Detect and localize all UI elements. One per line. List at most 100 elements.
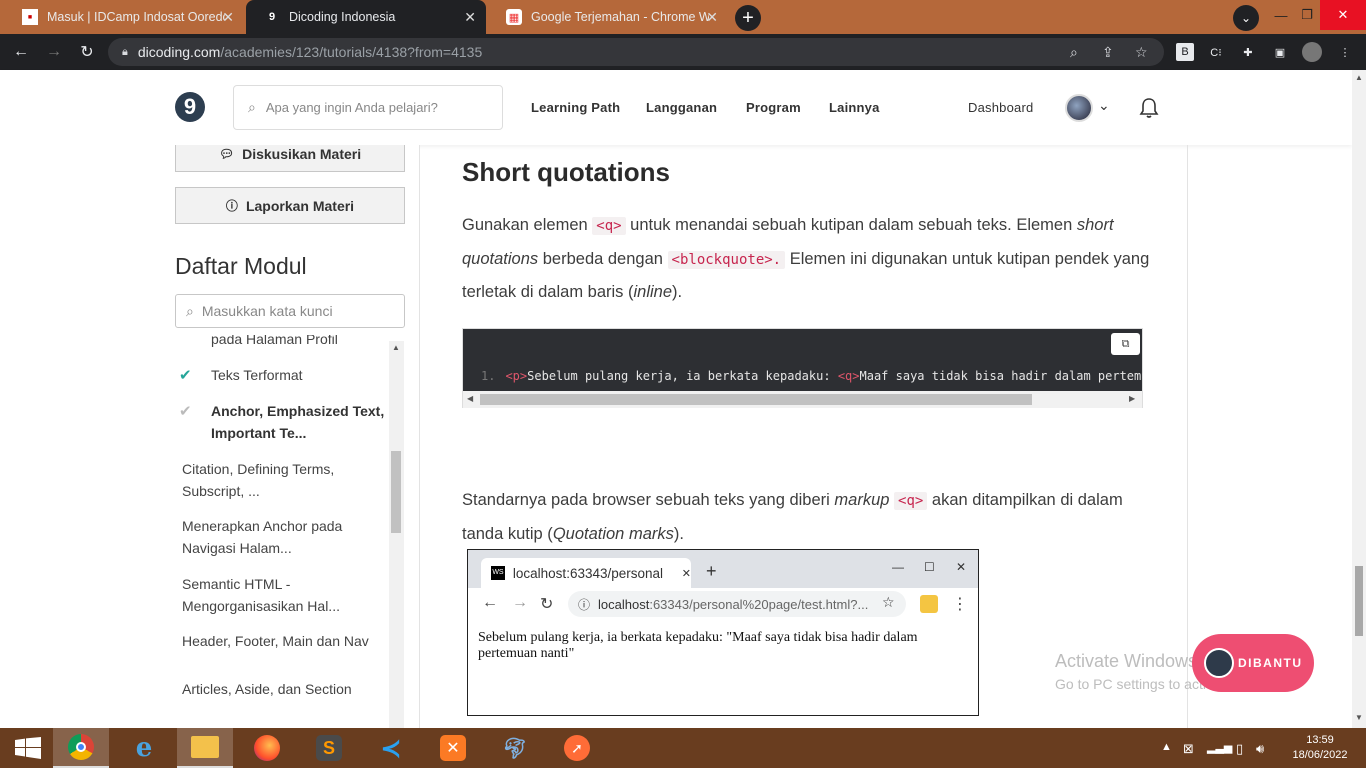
figure-url-path: :63343/personal%20page/test.html?... [649,596,869,612]
module-item[interactable]: Menerapkan Anchor pada Navigasi Halam... [175,516,385,559]
url-host: dicoding.com [137,44,221,60]
show-hidden-icons-icon[interactable]: ▲ [1161,741,1172,753]
emphasis: inline [633,283,673,301]
code-horizontal-scrollbar[interactable]: ◀ ▶ [463,391,1142,408]
windows-start-icon[interactable] [0,728,56,768]
module-item[interactable]: pada Halaman Profil [175,335,385,351]
chevron-down-icon[interactable]: ⌄ [1098,97,1110,114]
extension-b-icon[interactable]: B [1176,43,1194,61]
module-label: Menerapkan Anchor pada Navigasi Halam... [182,518,343,556]
system-clock[interactable]: 13:59 18/06/2022 [1290,733,1350,763]
window-close-icon[interactable]: ✕ [1320,0,1366,30]
extension-c-icon[interactable]: C⁝ [1207,43,1225,61]
share-icon[interactable]: ⇪ [1102,44,1114,61]
code-line: 1. <p>Sebelum pulang kerja, ia berkata ke… [481,369,1143,383]
dicoding-logo-icon[interactable]: 9 [175,92,205,122]
nav-program[interactable]: Program [746,100,801,115]
copy-code-button[interactable]: ⧉ [1111,333,1140,355]
module-item[interactable]: Semantic HTML - Mengorganisasikan Hal... [175,574,385,617]
scroll-left-arrow-icon[interactable]: ◀ [467,394,473,403]
postman-icon[interactable]: ➚ [549,728,605,768]
scrollbar-thumb[interactable] [391,451,401,533]
file-explorer-icon[interactable] [177,728,233,768]
module-list-scrollbar[interactable]: ▲ [389,341,404,728]
figure-url-host: localhost [598,596,650,612]
scroll-down-arrow-icon[interactable]: ▼ [1355,713,1363,722]
tab-search-icon[interactable]: ⌄ [1233,5,1259,31]
module-item[interactable]: Header, Footer, Main dan Nav [175,631,385,653]
back-arrow-icon[interactable]: ← [10,41,32,63]
nav-dashboard[interactable]: Dashboard [968,100,1033,115]
network-disconnected-icon[interactable]: ⊠ [1183,741,1194,757]
mysql-workbench-icon[interactable]: 🐬︎ [487,728,543,768]
example-screenshot-image: WS localhost:63343/personal ✕ + — ☐ ✕ ← … [467,549,979,716]
close-icon: ✕ [681,567,691,580]
module-item-current[interactable]: ✔ Anchor, Emphasized Text, Important Te.… [175,401,385,444]
tab-dicoding[interactable]: 9 Dicoding Indonesia ✕ [246,0,486,34]
chrome-taskbar-icon[interactable] [53,728,109,768]
reload-icon[interactable]: ↻ [76,41,98,63]
module-item[interactable]: ✔ Teks Terformat [175,365,385,387]
new-tab-button[interactable]: + [735,5,761,31]
zoom-icon[interactable]: ⌕ [1070,44,1078,61]
extensions-puzzle-icon[interactable]: ✚ [1239,43,1257,61]
user-avatar[interactable] [1065,94,1093,122]
idcamp-favicon-icon: ■ [22,9,38,25]
scroll-right-arrow-icon[interactable]: ▶ [1129,394,1135,403]
course-search-input[interactable]: ⌕ Apa yang ingin Anda pelajari? [233,85,503,130]
side-panel-icon[interactable]: ▣ [1271,43,1289,61]
scroll-up-arrow-icon[interactable]: ▲ [1355,73,1363,82]
vscode-icon[interactable]: ≺ [363,728,419,768]
tab-translate[interactable]: ▦ Google Terjemahan - Chrome Web ✕ [488,0,728,34]
xampp-icon[interactable]: ✕ [425,728,481,768]
module-search-input[interactable]: ⌕ Masukkan kata kunci [175,294,405,328]
report-button[interactable]: ⓘ Laporkan Materi [175,187,405,224]
module-item[interactable]: Articles, Aside, dan Section [175,679,385,701]
scrollbar-thumb[interactable] [480,394,1032,405]
internet-explorer-icon[interactable]: e [116,728,172,768]
profile-avatar-icon[interactable] [1302,42,1322,62]
discuss-button[interactable]: 💬︎ Diskusikan Materi [175,145,405,172]
close-tab-icon[interactable]: ✕ [222,9,234,26]
scroll-up-arrow-icon[interactable]: ▲ [392,343,400,352]
menu-kebab-icon[interactable]: ⋮ [1336,43,1354,61]
code-tag: <p> [505,369,528,383]
volume-icon[interactable]: 🔊︎ [1256,741,1264,757]
text: ). [673,524,684,543]
close-tab-icon[interactable]: ✕ [464,9,476,26]
figure-browser-chrome: WS localhost:63343/personal ✕ + — ☐ ✕ ← … [468,550,978,622]
text: Standarnya pada browser sebuah teks yang… [462,491,835,509]
module-label: Semantic HTML - Mengorganisasikan Hal... [182,576,340,614]
battery-icon[interactable]: ▯ [1236,741,1243,757]
module-label: pada Halaman Profil [211,335,338,347]
nav-langganan[interactable]: Langganan [646,100,717,115]
nav-lainnya[interactable]: Lainnya [829,100,880,115]
bookmark-star-icon[interactable]: ☆ [1135,44,1148,61]
nav-learning-path[interactable]: Learning Path [531,100,620,115]
check-icon: ✔ [179,403,192,420]
module-item[interactable]: Citation, Defining Terms, Subscript, ... [175,459,385,502]
webstorm-icon: WS [491,566,505,580]
robot-mascot-icon[interactable] [1204,648,1234,678]
restore-icon[interactable]: ❐ [1290,0,1324,30]
figure-toolbar: ← → ↻ ⓘ localhost:63343/personal%20page/… [468,588,978,622]
firefox-icon[interactable] [239,728,295,768]
page-scrollbar[interactable]: ▲ ▼ [1352,70,1366,728]
forward-arrow-icon[interactable]: → [43,41,65,63]
section-heading: Short quotations [462,157,670,187]
module-label: Teks Terformat [211,367,303,383]
close-tab-icon[interactable]: ✕ [706,9,718,26]
forward-arrow-icon: → [512,594,528,611]
scrollbar-thumb[interactable] [1355,566,1363,636]
signal-icon[interactable]: ▂▃▅ [1207,741,1232,754]
report-label: Laporkan Materi [245,197,355,214]
address-bar[interactable]: 🔒︎ dicoding.com/academies/123/tutorials/… [108,38,1164,66]
inline-code: <q> [894,492,928,510]
tab-idcamp[interactable]: ■ Masuk | IDCamp Indosat Ooredoo ✕ [4,0,244,34]
tab-title: Masuk | IDCamp Indosat Ooredoo [47,10,225,24]
minimize-icon: — [892,560,904,574]
sublime-text-icon[interactable]: S [301,728,357,768]
inline-code: <q> [592,217,626,235]
windows-taskbar: e S ≺ ✕ 🐬︎ ➚ ▲ ⊠ ▂▃▅ ▯ 🔊︎ 13:59 18/06/20… [0,728,1366,768]
notification-bell-icon[interactable] [1139,97,1159,119]
